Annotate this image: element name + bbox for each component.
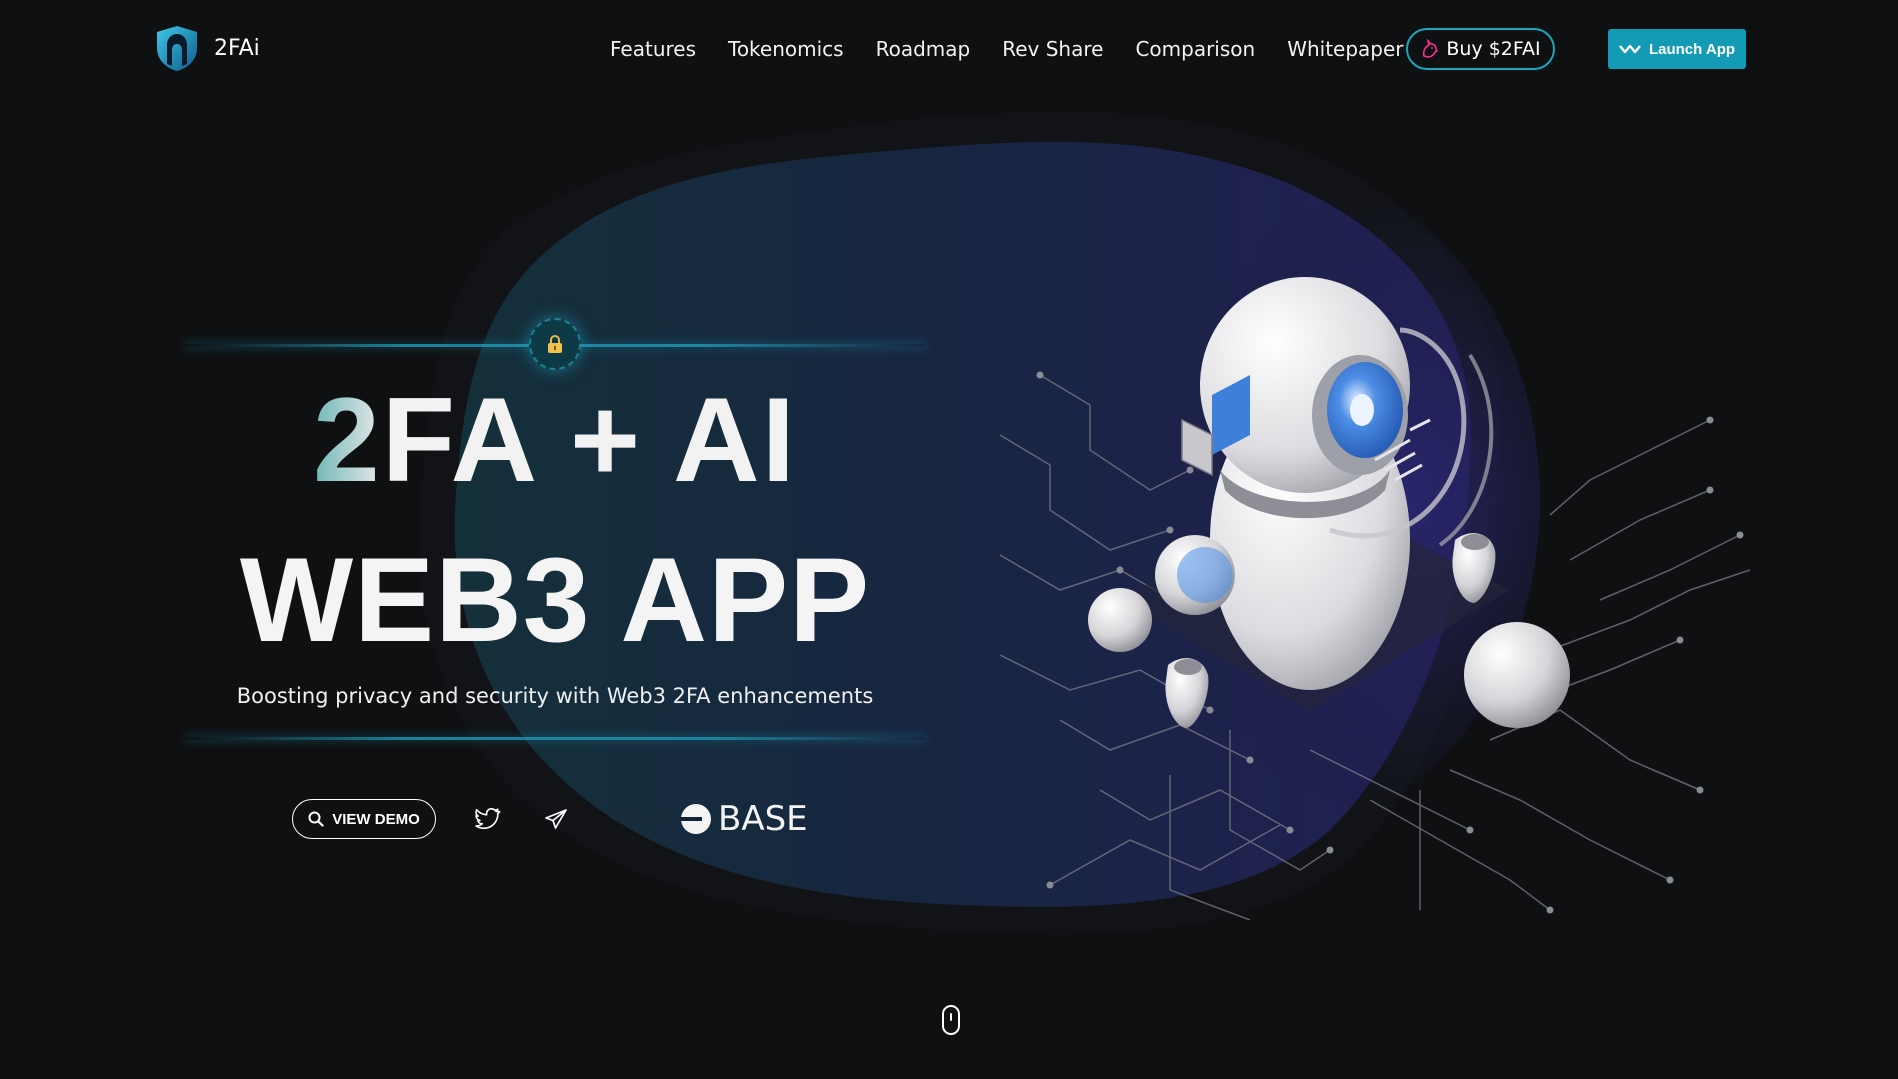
main-nav: Features Tokenomics Roadmap Rev Share Co… bbox=[594, 30, 1420, 68]
twitter-icon bbox=[475, 808, 501, 830]
launch-app-label: Launch App bbox=[1648, 40, 1736, 58]
glow-divider-bottom bbox=[185, 737, 925, 740]
view-demo-label: VIEW DEMO bbox=[332, 810, 420, 828]
base-logo-icon bbox=[680, 804, 711, 834]
scroll-wheel bbox=[950, 1013, 952, 1021]
nav-rev-share[interactable]: Rev Share bbox=[986, 37, 1119, 61]
nav-features[interactable]: Features bbox=[594, 37, 712, 61]
brand-logo[interactable]: 2FAi bbox=[154, 24, 260, 72]
buy-token-label: Buy $2FAI bbox=[1446, 38, 1541, 60]
twitter-link[interactable] bbox=[472, 803, 504, 835]
hero-title-line-2: WEB3 APP bbox=[239, 533, 871, 667]
lock-badge bbox=[529, 318, 581, 370]
landing-page: 2FAi Features Tokenomics Roadmap Rev Sha… bbox=[0, 0, 1898, 1079]
mouse-scroll-icon[interactable] bbox=[942, 1005, 960, 1035]
shield-icon bbox=[157, 26, 197, 71]
hero-subtitle: Boosting privacy and security with Web3 … bbox=[236, 684, 874, 708]
site-header: 2FAi Features Tokenomics Roadmap Rev Sha… bbox=[0, 0, 1898, 100]
telegram-icon bbox=[545, 809, 567, 829]
nav-comparison[interactable]: Comparison bbox=[1119, 37, 1271, 61]
robot-illustration bbox=[999, 277, 1750, 920]
telegram-link[interactable] bbox=[540, 803, 572, 835]
hero-title-accent: 2 bbox=[313, 373, 382, 507]
base-chain-logo: BASE bbox=[680, 799, 808, 839]
buy-token-button[interactable]: Buy $2FAI bbox=[1406, 28, 1555, 70]
search-icon bbox=[308, 811, 324, 827]
base-chain-name: BASE bbox=[718, 799, 808, 839]
brand-name: 2FAi bbox=[214, 35, 260, 61]
hero-title-line-1: 2FA + AI bbox=[185, 370, 925, 510]
nav-roadmap[interactable]: Roadmap bbox=[860, 37, 987, 61]
built-on-label: Built on bbox=[611, 808, 665, 824]
launch-app-button[interactable]: Launch App bbox=[1608, 29, 1746, 69]
lock-icon bbox=[548, 334, 562, 353]
hero-title-rest: FA + AI bbox=[381, 373, 797, 507]
nav-whitepaper[interactable]: Whitepaper bbox=[1271, 37, 1419, 61]
view-demo-button[interactable]: VIEW DEMO bbox=[292, 799, 436, 839]
wave-icon bbox=[1619, 44, 1641, 54]
unicorn-icon bbox=[1423, 39, 1439, 58]
nav-tokenomics[interactable]: Tokenomics bbox=[712, 37, 860, 61]
